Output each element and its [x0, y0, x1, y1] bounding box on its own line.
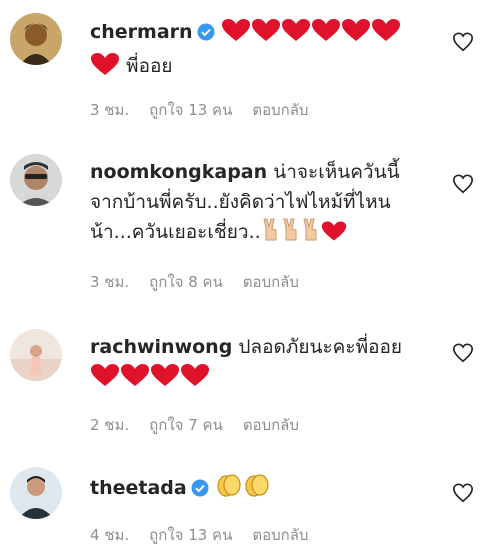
- like-heart-icon[interactable]: [452, 342, 474, 364]
- reply-button[interactable]: ตอบกลับ: [252, 526, 308, 544]
- comment-likes[interactable]: ถูกใจ 8 คน: [149, 273, 223, 291]
- comment-likes[interactable]: ถูกใจ 13 คน: [149, 101, 232, 119]
- comment-text: rachwinwong ปลอดภัยนะคะพี่ออย: [90, 332, 445, 396]
- avatar[interactable]: [10, 154, 62, 206]
- reply-button[interactable]: ตอบกลับ: [252, 101, 308, 119]
- comment-likes[interactable]: ถูกใจ 13 คน: [149, 526, 232, 544]
- heart-emoji-icon: [90, 52, 120, 85]
- comment-body-line: น้า...ควันเยอะเชี่ยว..: [90, 221, 261, 243]
- comment-time[interactable]: 4 ชม.: [90, 526, 129, 544]
- peace-hand-emoji-icon: [301, 218, 321, 251]
- comment-time[interactable]: 3 ชม.: [90, 101, 129, 119]
- comment-body: พี่ออย: [126, 55, 173, 77]
- avatar[interactable]: [10, 13, 62, 65]
- like-heart-icon[interactable]: [452, 31, 474, 53]
- comment-time[interactable]: 3 ชม.: [90, 273, 129, 291]
- comment-meta: 2 ชม. ถูกใจ 7 คน ตอบกลับ: [90, 413, 319, 437]
- comment-text: chermarn พี่ออย: [90, 17, 445, 85]
- heart-emoji-icon: [311, 18, 341, 51]
- username[interactable]: chermarn: [90, 21, 193, 43]
- username[interactable]: noomkongkapan: [90, 161, 267, 183]
- username[interactable]: theetada: [90, 477, 187, 499]
- clapping-hands-emoji-icon: [243, 472, 271, 507]
- peace-hand-emoji-icon: [261, 218, 281, 251]
- heart-emoji-icon: [120, 363, 150, 396]
- comment-time[interactable]: 2 ชม.: [90, 416, 129, 434]
- reply-button[interactable]: ตอบกลับ: [243, 416, 299, 434]
- heart-emoji-icon: [281, 18, 311, 51]
- heart-emoji-icon: [321, 220, 347, 251]
- comment-meta: 3 ชม. ถูกใจ 8 คน ตอบกลับ: [90, 270, 319, 294]
- avatar[interactable]: [10, 467, 62, 519]
- comment-meta: 4 ชม. ถูกใจ 13 คน ตอบกลับ: [90, 523, 328, 547]
- heart-emoji-icon: [251, 18, 281, 51]
- heart-emoji-icon: [371, 18, 401, 51]
- heart-emoji-icon: [180, 363, 210, 396]
- comment-body: ปลอดภัยนะคะพี่ออย: [238, 336, 403, 358]
- heart-emoji-icon: [341, 18, 371, 51]
- like-heart-icon[interactable]: [452, 173, 474, 195]
- like-heart-icon[interactable]: [452, 482, 474, 504]
- username[interactable]: rachwinwong: [90, 336, 232, 358]
- clapping-hands-emoji-icon: [215, 472, 243, 507]
- avatar[interactable]: [10, 329, 62, 381]
- comment-likes[interactable]: ถูกใจ 7 คน: [149, 416, 223, 434]
- reply-button[interactable]: ตอบกลับ: [243, 273, 299, 291]
- comment-text: theetada: [90, 472, 445, 507]
- peace-hand-emoji-icon: [281, 218, 301, 251]
- comment-meta: 3 ชม. ถูกใจ 13 คน ตอบกลับ: [90, 98, 328, 122]
- heart-emoji-icon: [221, 18, 251, 51]
- verified-badge-icon: [191, 476, 209, 506]
- comment-text: noomkongkapan น่าจะเห็นควันนี้ จากบ้านพี…: [90, 157, 445, 251]
- heart-emoji-icon: [90, 363, 120, 396]
- verified-badge-icon: [197, 20, 215, 50]
- comment-body-line: จากบ้านพี่ครับ..ยังคิดว่าไฟไหม้ที่ไหน: [90, 191, 391, 213]
- comment-body-line: น่าจะเห็นควันนี้: [273, 161, 400, 183]
- heart-emoji-icon: [150, 363, 180, 396]
